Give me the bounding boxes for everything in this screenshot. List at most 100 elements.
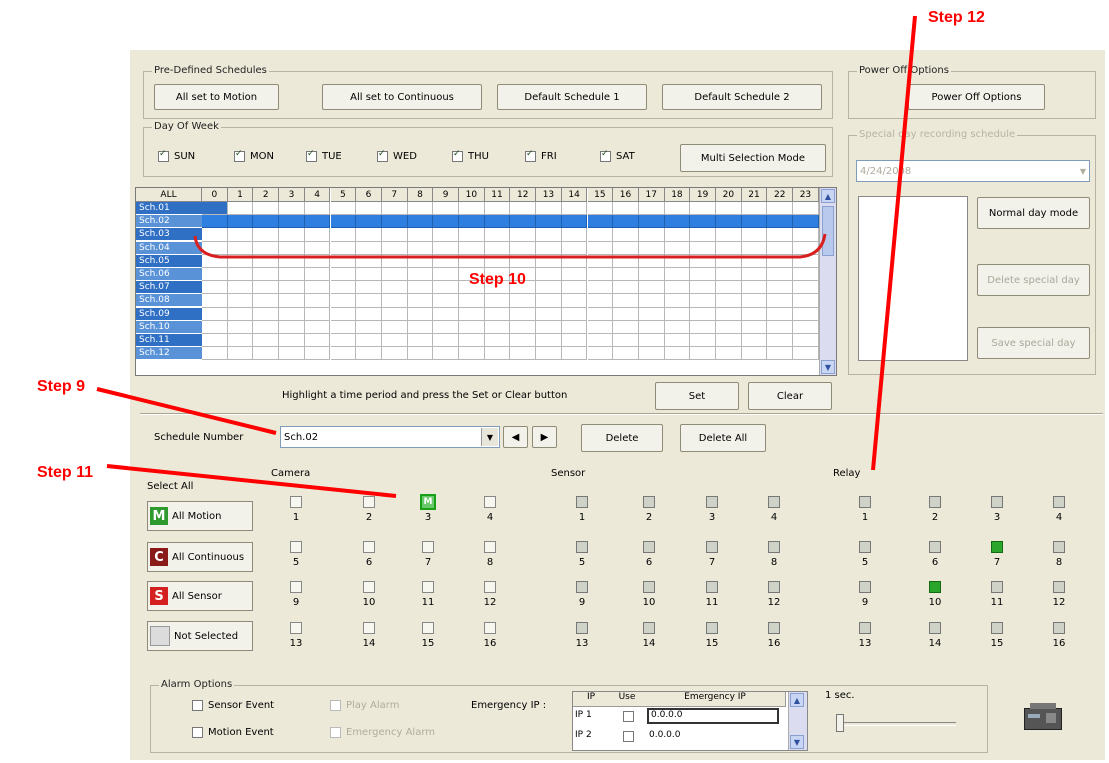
grid-cell[interactable] <box>381 307 408 321</box>
grid-cell[interactable] <box>202 202 228 216</box>
grid-cell[interactable] <box>227 307 254 321</box>
grid-cell[interactable] <box>381 215 408 229</box>
grid-cell[interactable] <box>587 281 614 295</box>
grid-cell[interactable] <box>407 294 434 308</box>
day-option-mon[interactable]: MON <box>234 149 274 162</box>
grid-cell[interactable] <box>330 307 357 321</box>
grid-cell[interactable] <box>356 254 382 268</box>
grid-cell[interactable] <box>279 307 305 321</box>
grid-cell[interactable] <box>510 334 537 348</box>
grid-schedule-label[interactable]: Sch.04 <box>136 241 202 255</box>
prev-schedule-button[interactable]: ◀ <box>503 426 528 448</box>
grid-cell[interactable] <box>510 202 537 216</box>
grid-cell[interactable] <box>664 347 691 361</box>
grid-cell[interactable] <box>767 334 794 348</box>
grid-cell[interactable] <box>202 281 228 295</box>
grid-cell[interactable] <box>356 215 382 229</box>
grid-cell[interactable] <box>767 241 794 255</box>
grid-schedule-label[interactable]: Sch.10 <box>136 320 202 334</box>
grid-cell[interactable] <box>793 294 819 308</box>
grid-cell[interactable] <box>561 281 588 295</box>
grid-cell[interactable] <box>638 281 665 295</box>
grid-cell[interactable] <box>690 334 716 348</box>
grid-cell[interactable] <box>459 241 485 255</box>
sensor-3-toggle[interactable] <box>706 496 718 508</box>
grid-cell[interactable] <box>433 320 459 334</box>
special-day-date-select[interactable]: 4/24/2008 ▼ <box>856 160 1090 182</box>
grid-cell[interactable] <box>741 268 768 282</box>
relay-1-toggle[interactable] <box>859 496 871 508</box>
schedule-number-select[interactable]: Sch.02 ▼ <box>280 426 500 448</box>
grid-cell[interactable] <box>510 215 537 229</box>
grid-cell[interactable] <box>741 320 768 334</box>
camera-2-toggle[interactable] <box>363 496 375 508</box>
grid-cell[interactable] <box>227 347 254 361</box>
grid-cell[interactable] <box>459 254 485 268</box>
grid-cell[interactable] <box>202 241 228 255</box>
grid-schedule-label[interactable]: Sch.03 <box>136 228 202 242</box>
day-option-fri[interactable]: FRI <box>525 149 557 162</box>
grid-cell[interactable] <box>459 202 485 216</box>
grid-hour-header[interactable]: 13 <box>536 188 562 202</box>
grid-cell[interactable] <box>330 268 357 282</box>
grid-cell[interactable] <box>253 294 280 308</box>
sensor-7-toggle[interactable] <box>706 541 718 553</box>
grid-cell[interactable] <box>793 334 819 348</box>
grid-cell[interactable] <box>664 268 691 282</box>
grid-cell[interactable] <box>536 307 562 321</box>
grid-cell[interactable] <box>793 281 819 295</box>
grid-cell[interactable] <box>510 347 537 361</box>
day-checkbox-wed[interactable] <box>377 149 388 162</box>
scroll-up-icon[interactable]: ▲ <box>790 693 804 707</box>
grid-cell[interactable] <box>664 307 691 321</box>
grid-cell[interactable] <box>767 254 794 268</box>
grid-cell[interactable] <box>227 268 254 282</box>
grid-cell[interactable] <box>664 202 691 216</box>
grid-cell[interactable] <box>741 281 768 295</box>
grid-cell[interactable] <box>690 294 716 308</box>
grid-cell[interactable] <box>304 334 331 348</box>
grid-cell[interactable] <box>356 202 382 216</box>
camera-4-toggle[interactable] <box>484 496 496 508</box>
grid-cell[interactable] <box>202 228 228 242</box>
grid-cell[interactable] <box>561 320 588 334</box>
grid-cell[interactable] <box>690 254 716 268</box>
grid-cell[interactable] <box>253 320 280 334</box>
grid-cell[interactable] <box>741 307 768 321</box>
grid-cell[interactable] <box>716 294 742 308</box>
grid-cell[interactable] <box>767 307 794 321</box>
relay-16-toggle[interactable] <box>1053 622 1065 634</box>
sensor-2-toggle[interactable] <box>643 496 655 508</box>
grid-cell[interactable] <box>279 215 305 229</box>
delay-slider[interactable] <box>832 712 962 742</box>
next-schedule-button[interactable]: ▶ <box>532 426 557 448</box>
grid-cell[interactable] <box>202 294 228 308</box>
grid-cell[interactable] <box>793 254 819 268</box>
grid-cell[interactable] <box>407 307 434 321</box>
grid-cell[interactable] <box>304 307 331 321</box>
grid-cell[interactable] <box>510 294 537 308</box>
grid-hour-header[interactable]: 9 <box>433 188 459 202</box>
grid-cell[interactable] <box>407 347 434 361</box>
grid-cell[interactable] <box>433 241 459 255</box>
grid-cell[interactable] <box>561 268 588 282</box>
sensor-12-toggle[interactable] <box>768 581 780 593</box>
grid-cell[interactable] <box>381 241 408 255</box>
sensor-5-toggle[interactable] <box>576 541 588 553</box>
ip-row-1-use-checkbox[interactable] <box>623 711 634 722</box>
grid-cell[interactable] <box>664 241 691 255</box>
grid-cell[interactable] <box>690 202 716 216</box>
grid-cell[interactable] <box>767 202 794 216</box>
grid-cell[interactable] <box>407 320 434 334</box>
grid-cell[interactable] <box>253 254 280 268</box>
grid-hour-header[interactable]: 6 <box>356 188 382 202</box>
grid-cell[interactable] <box>202 215 228 229</box>
grid-cell[interactable] <box>356 281 382 295</box>
set-button[interactable]: Set <box>655 382 739 410</box>
grid-cell[interactable] <box>716 334 742 348</box>
delete-schedule-button[interactable]: Delete <box>581 424 663 452</box>
grid-cell[interactable] <box>664 228 691 242</box>
grid-cell[interactable] <box>613 228 639 242</box>
grid-cell[interactable] <box>793 241 819 255</box>
grid-cell[interactable] <box>407 281 434 295</box>
